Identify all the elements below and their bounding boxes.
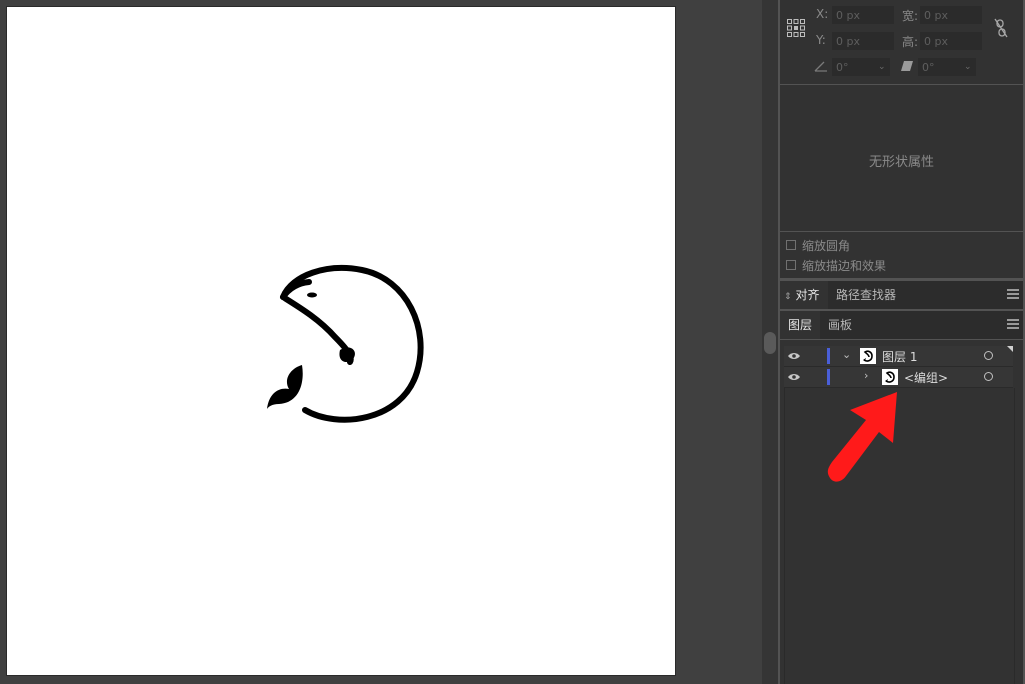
fish-artwork[interactable]	[7, 7, 677, 677]
collapse-arrows-icon[interactable]: ⇕	[784, 292, 792, 302]
x-field[interactable]: 0 px	[832, 6, 894, 24]
scale-corners-checkbox[interactable]	[786, 240, 796, 250]
align-panel-tabbar: ⇕ 对齐 路径查找器	[780, 281, 1023, 309]
shape-properties-section: 无形状属性	[780, 85, 1023, 231]
layers-panel-menu-icon[interactable]	[1007, 319, 1019, 329]
scale-strokes-label: 缩放描边和效果	[802, 258, 887, 273]
expand-chevron-right-icon[interactable]: ›	[864, 369, 868, 382]
tab-layers[interactable]: 图层	[780, 311, 821, 339]
scale-corners-label: 缩放圆角	[802, 238, 851, 253]
group-name[interactable]: <编组>	[904, 369, 948, 386]
width-label: 宽:	[902, 9, 919, 23]
tab-layers-label: 图层	[788, 318, 813, 332]
rotate-angle-icon	[814, 61, 827, 72]
shear-dropdown-arrow-icon[interactable]: ⌄	[964, 62, 972, 72]
eye-icon[interactable]	[788, 352, 800, 360]
panel-scrollbar-track[interactable]	[762, 0, 778, 684]
layer-color-indicator	[827, 348, 830, 364]
artboard[interactable]	[6, 6, 676, 676]
height-field[interactable]: 0 px	[920, 32, 982, 50]
tab-pathfinder-label: 路径查找器	[836, 288, 897, 302]
layers-empty-area	[784, 388, 1015, 684]
expand-chevron-down-icon[interactable]: ⌄	[842, 348, 851, 361]
transform-section: X: 0 px 宽: 0 px Y: 0 px 高: 0 px 0° ⌄ 0° …	[780, 0, 1023, 84]
tab-align[interactable]: ⇕ 对齐	[780, 281, 828, 309]
layer-row-layer1[interactable]: ⌄ 图层 1	[784, 346, 1013, 367]
panel-scrollbar-thumb[interactable]	[764, 332, 776, 354]
layers-list: ⌄ 图层 1 › <编组>	[780, 340, 1023, 684]
scale-strokes-checkbox[interactable]	[786, 260, 796, 270]
x-label: X:	[816, 7, 829, 21]
tab-pathfinder[interactable]: 路径查找器	[828, 281, 904, 309]
target-circle-icon[interactable]	[984, 351, 993, 360]
y-label: Y:	[816, 33, 826, 47]
tab-artboards[interactable]: 画板	[820, 311, 860, 339]
canvas-area[interactable]	[0, 0, 762, 684]
scale-strokes-option[interactable]: 缩放描边和效果	[786, 256, 886, 274]
rotate-dropdown-arrow-icon[interactable]: ⌄	[878, 62, 886, 72]
layer-thumbnail	[860, 348, 876, 364]
eye-icon[interactable]	[788, 373, 800, 381]
y-field[interactable]: 0 px	[832, 32, 894, 50]
shear-icon	[901, 61, 913, 71]
group-thumbnail	[882, 369, 898, 385]
reference-point-grid-icon[interactable]	[786, 18, 806, 38]
selection-corner-icon	[1007, 346, 1013, 352]
layer-row-group[interactable]: › <编组>	[784, 367, 1013, 388]
tab-align-label: 对齐	[795, 288, 820, 302]
target-circle-icon[interactable]	[984, 372, 993, 381]
width-field[interactable]: 0 px	[920, 6, 982, 24]
scale-options-section: 缩放圆角 缩放描边和效果	[780, 232, 1023, 278]
tab-artboards-label: 画板	[828, 318, 853, 332]
height-label: 高:	[902, 35, 919, 49]
layer-color-indicator	[827, 369, 830, 385]
link-icon[interactable]	[994, 18, 1008, 38]
layer-name[interactable]: 图层 1	[882, 348, 917, 365]
align-panel-menu-icon[interactable]	[1007, 289, 1019, 299]
no-shape-properties-text: 无形状属性	[868, 155, 934, 170]
properties-panel: X: 0 px 宽: 0 px Y: 0 px 高: 0 px 0° ⌄ 0° …	[778, 0, 1025, 684]
scale-corners-option[interactable]: 缩放圆角	[786, 236, 850, 254]
layers-panel-tabbar: 图层 画板	[780, 311, 1023, 339]
